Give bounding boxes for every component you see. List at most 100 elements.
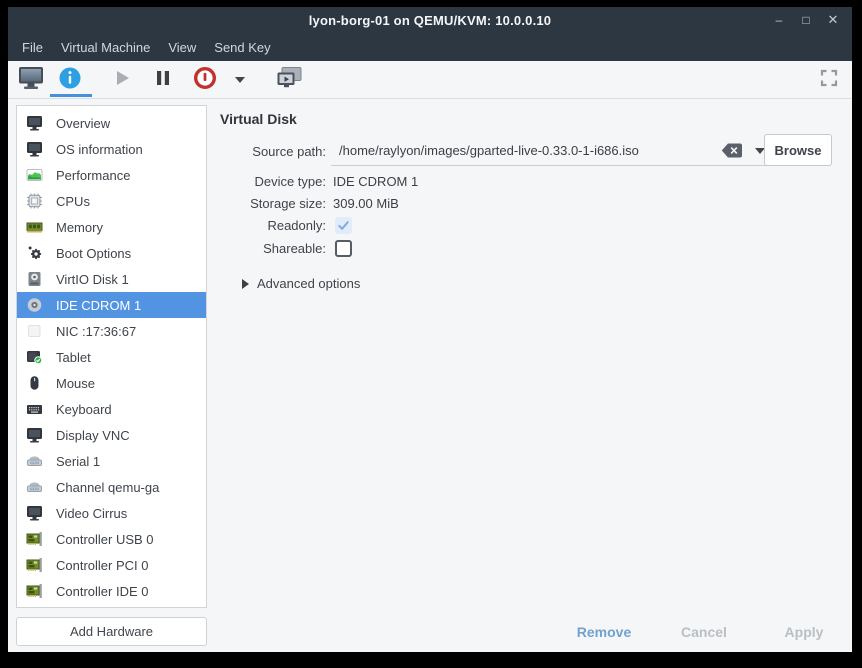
sidebar-item-label: Performance xyxy=(56,168,130,183)
readonly-checkbox[interactable] xyxy=(335,217,352,234)
serial-device-icon xyxy=(26,453,43,469)
sidebar-item-cpus[interactable]: CPUs xyxy=(17,188,206,214)
pause-button[interactable] xyxy=(148,65,178,95)
performance-chart-icon xyxy=(26,167,43,183)
add-hardware-label: Add Hardware xyxy=(70,624,153,639)
monitor-dark-icon xyxy=(26,427,43,443)
storage-size-value: 309.00 MiB xyxy=(333,196,399,211)
virtual-machine-displays-button[interactable] xyxy=(274,65,304,95)
pause-icon xyxy=(153,68,173,93)
apply-button[interactable]: Apply xyxy=(758,619,850,645)
add-hardware-button[interactable]: Add Hardware xyxy=(16,617,207,646)
run-play-icon xyxy=(111,67,133,94)
nic-faint-icon xyxy=(26,323,43,339)
titlebar[interactable]: lyon-borg-01 on QEMU/KVM: 10.0.0.10 – □ … xyxy=(8,7,852,33)
advanced-options-expander[interactable]: Advanced options xyxy=(242,276,360,291)
device-type-row: Device type: IDE CDROM 1 xyxy=(220,171,418,191)
sidebar-item-video-cirrus[interactable]: Video Cirrus xyxy=(17,500,206,526)
sidebar-item-label: Mouse xyxy=(56,376,95,391)
toolbar xyxy=(8,61,852,99)
sidebar-item-nic[interactable]: NIC :17:36:67 xyxy=(17,318,206,344)
shareable-row: Shareable: xyxy=(220,238,352,258)
sidebar-item-label: Controller PCI 0 xyxy=(56,558,148,573)
sidebar-item-label: Keyboard xyxy=(56,402,112,417)
gear-icon xyxy=(26,245,43,261)
menubar: File Virtual Machine View Send Key xyxy=(8,33,852,61)
maximize-button[interactable]: □ xyxy=(797,11,815,29)
sidebar-item-controller-usb-0[interactable]: Controller USB 0 xyxy=(17,526,206,552)
sidebar-item-virtio-disk-1[interactable]: VirtIO Disk 1 xyxy=(17,266,206,292)
menu-file[interactable]: File xyxy=(13,35,52,60)
sidebar-item-label: Overview xyxy=(56,116,110,131)
serial-device-icon xyxy=(26,479,43,495)
sidebar-item-tablet[interactable]: Tablet xyxy=(17,344,206,370)
sidebar-item-overview[interactable]: Overview xyxy=(17,110,206,136)
source-path-row: Source path: /home/raylyon/images/gparte… xyxy=(220,135,840,167)
run-button[interactable] xyxy=(107,65,137,95)
vm-details-window: lyon-borg-01 on QEMU/KVM: 10.0.0.10 – □ … xyxy=(8,7,852,652)
sidebar-item-clipped-item[interactable] xyxy=(17,604,206,608)
sidebar-item-label: VirtIO Disk 1 xyxy=(56,272,129,287)
sidebar-item-label: Boot Options xyxy=(56,246,131,261)
source-path-value: /home/raylyon/images/gparted-live-0.33.0… xyxy=(339,143,721,158)
tablet-check-icon xyxy=(26,349,43,365)
minimize-button[interactable]: – xyxy=(770,11,788,29)
desktop-background: lyon-borg-01 on QEMU/KVM: 10.0.0.10 – □ … xyxy=(0,0,862,668)
sidebar-item-controller-pci-0[interactable]: Controller PCI 0 xyxy=(17,552,206,578)
sidebar-item-performance[interactable]: Performance xyxy=(17,162,206,188)
source-path-input[interactable]: /home/raylyon/images/gparted-live-0.33.0… xyxy=(331,136,771,166)
vm-details-info-icon xyxy=(57,65,83,96)
sidebar-item-label: OS information xyxy=(56,142,143,157)
shutdown-power-icon xyxy=(193,66,217,95)
sidebar-item-label: Controller USB 0 xyxy=(56,532,154,547)
page-title: Virtual Disk xyxy=(220,111,297,127)
window-title: lyon-borg-01 on QEMU/KVM: 10.0.0.10 xyxy=(309,13,552,28)
monitor-dark-icon xyxy=(26,505,43,521)
shutdown-menu-button[interactable] xyxy=(228,65,252,95)
browse-button[interactable]: Browse xyxy=(764,134,832,166)
sidebar-item-memory[interactable]: Memory xyxy=(17,214,206,240)
hard-disk-icon xyxy=(26,271,43,287)
sidebar-item-channel-qemu-ga[interactable]: Channel qemu-ga xyxy=(17,474,206,500)
storage-size-row: Storage size: 309.00 MiB xyxy=(220,193,399,213)
sidebar-item-keyboard[interactable]: Keyboard xyxy=(17,396,206,422)
cpu-chip-icon xyxy=(26,193,43,209)
shutdown-menu-caret-icon xyxy=(235,77,245,83)
keyboard-icon xyxy=(26,401,43,417)
sidebar-item-label: Display VNC xyxy=(56,428,130,443)
controller-card-icon xyxy=(26,557,43,573)
sidebar-item-mouse[interactable]: Mouse xyxy=(17,370,206,396)
sidebar-item-serial-1[interactable]: Serial 1 xyxy=(17,448,206,474)
menu-send-key[interactable]: Send Key xyxy=(205,35,279,60)
sidebar-item-controller-ide-0[interactable]: Controller IDE 0 xyxy=(17,578,206,604)
shareable-checkbox[interactable] xyxy=(335,240,352,257)
device-type-label: Device type: xyxy=(220,174,326,189)
clear-entry-icon[interactable] xyxy=(721,143,743,158)
sidebar-item-boot-options[interactable]: Boot Options xyxy=(17,240,206,266)
fullscreen-button[interactable] xyxy=(814,65,844,95)
menu-view[interactable]: View xyxy=(159,35,205,60)
cancel-button[interactable]: Cancel xyxy=(658,619,750,645)
menu-virtual-machine[interactable]: Virtual Machine xyxy=(52,35,159,60)
sidebar-item-label: Tablet xyxy=(56,350,91,365)
expander-arrow-icon xyxy=(242,279,249,289)
sidebar-item-ide-cdrom-1[interactable]: IDE CDROM 1 xyxy=(17,292,206,318)
sidebar-item-label: CPUs xyxy=(56,194,90,209)
sidebar-item-os-information[interactable]: OS information xyxy=(17,136,206,162)
memory-stick-icon xyxy=(26,219,43,235)
monitor-dark-icon xyxy=(26,141,43,157)
source-path-label: Source path: xyxy=(220,144,326,159)
monitor-dark-icon xyxy=(26,115,43,131)
show-hardware-details-button[interactable] xyxy=(55,65,85,95)
cdrom-disc-icon xyxy=(26,297,43,313)
controller-card-icon xyxy=(26,583,43,599)
sidebar-item-display-vnc[interactable]: Display VNC xyxy=(17,422,206,448)
sidebar-item-label: IDE CDROM 1 xyxy=(56,298,141,313)
shutdown-button[interactable] xyxy=(190,65,220,95)
show-console-button[interactable] xyxy=(16,65,46,95)
sidebar-item-label: NIC :17:36:67 xyxy=(56,324,136,339)
remove-button[interactable]: Remove xyxy=(558,619,650,645)
controller-card-icon xyxy=(26,531,43,547)
console-monitor-icon xyxy=(18,66,44,95)
close-button[interactable]: ✕ xyxy=(824,11,842,29)
